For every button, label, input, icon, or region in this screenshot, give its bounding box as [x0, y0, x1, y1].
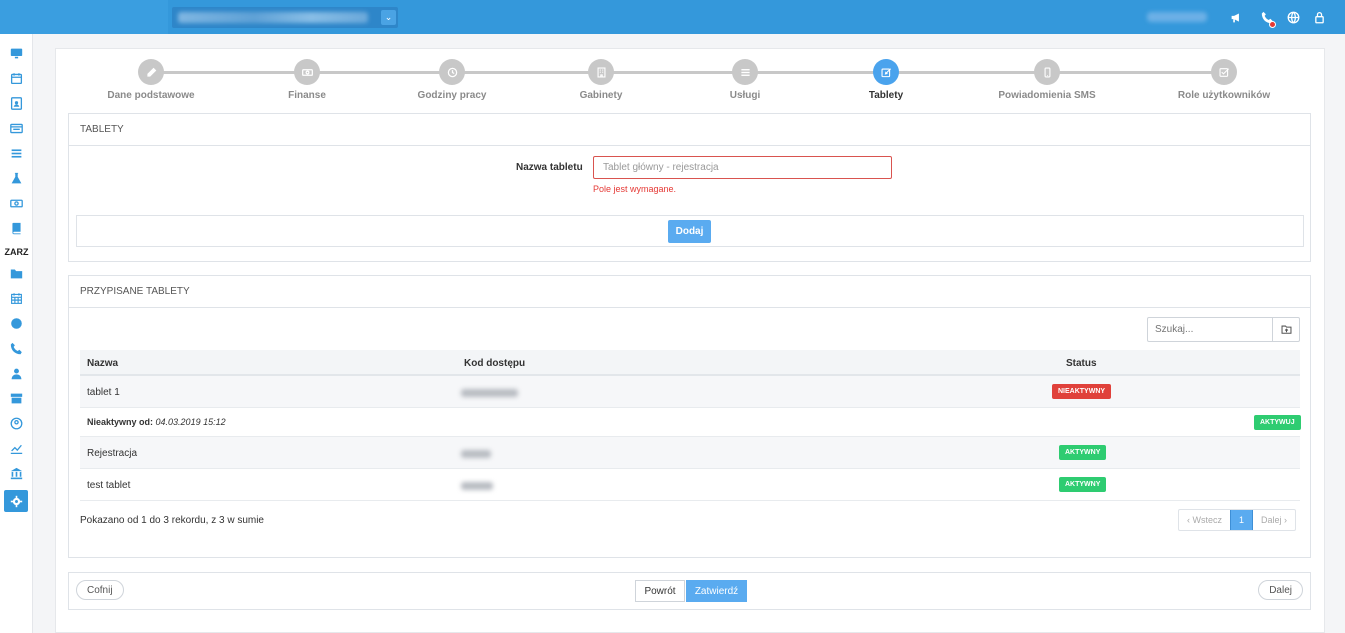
gear-icon[interactable]	[4, 490, 28, 512]
wizard-step-role-uzytkownikow[interactable]: Role użytkowników	[1154, 59, 1294, 101]
wizard-step-godziny-pracy[interactable]: Godziny pracy	[382, 59, 522, 101]
user-circle-icon[interactable]	[4, 412, 28, 434]
mobile-icon	[1034, 59, 1060, 85]
pencil-icon	[138, 59, 164, 85]
column-header-access-code[interactable]: Kod dostępu	[464, 358, 525, 369]
money-icon	[294, 59, 320, 85]
search-input[interactable]	[1148, 318, 1273, 341]
add-tablet-button[interactable]: Dodaj	[668, 220, 711, 243]
wizard-step-dane-podstawowe[interactable]: Dane podstawowe	[81, 59, 221, 101]
company-select[interactable]: ⌄	[172, 7, 398, 28]
wizard-step-uslugi[interactable]: Usługi	[675, 59, 815, 101]
bank-icon[interactable]	[4, 462, 28, 484]
wizard-step-powiadomienia-sms[interactable]: Powiadomienia SMS	[977, 59, 1117, 101]
book-icon[interactable]	[4, 217, 28, 239]
wizard-step-finanse[interactable]: Finanse	[237, 59, 377, 101]
list-icon[interactable]	[4, 142, 28, 164]
wizard-step-label: Role użytkowników	[1177, 90, 1271, 101]
tablet-name-input[interactable]	[593, 156, 892, 179]
export-icon[interactable]	[1272, 318, 1299, 341]
user-group-icon[interactable]	[4, 362, 28, 384]
flask-icon[interactable]	[4, 167, 28, 189]
tablet-name: Rejestracja	[87, 448, 138, 459]
pagination-prev[interactable]: ‹ Wstecz	[1179, 510, 1230, 530]
column-header-name[interactable]: Nazwa	[87, 358, 118, 369]
globe-icon[interactable]	[4, 312, 28, 334]
wizard-step-gabinety[interactable]: Gabinety	[531, 59, 671, 101]
tablet-name: tablet 1	[87, 387, 120, 398]
inactive-since-date: 04.03.2019 15:12	[155, 417, 226, 427]
table-row[interactable]: tablet 1 NIEAKTYWNY	[80, 376, 1300, 408]
tablet-form-panel: TABLETY Nazwa tabletu Pole jest wymagane…	[68, 113, 1311, 262]
money-icon[interactable]	[4, 192, 28, 214]
inactive-since: Nieaktywny od: 04.03.2019 15:12	[87, 417, 226, 427]
calendar-icon[interactable]	[4, 67, 28, 89]
check-square-icon	[1211, 59, 1237, 85]
activate-button[interactable]: AKTYWUJ	[1254, 415, 1301, 430]
user-name-redacted[interactable]	[1147, 12, 1207, 22]
globe-icon[interactable]	[1285, 9, 1301, 25]
status-badge: AKTYWNY	[1059, 477, 1107, 492]
pagination: ‹ Wstecz 1 Dalej ›	[1178, 509, 1297, 531]
wizard-step-label: Tablety	[868, 90, 904, 101]
chevron-down-icon[interactable]: ⌄	[381, 10, 396, 25]
clock-icon	[439, 59, 465, 85]
list-icon	[732, 59, 758, 85]
previous-step-button[interactable]: Cofnij	[76, 580, 124, 600]
wizard-step-label: Finanse	[288, 90, 326, 101]
inactive-since-label: Nieaktywny od:	[87, 417, 154, 427]
chart-line-icon[interactable]	[4, 437, 28, 459]
section-label: ZARZ	[4, 247, 29, 257]
monitor-icon[interactable]	[4, 42, 28, 64]
company-name-redacted	[178, 12, 368, 23]
table-row-detail: Nieaktywny od: 04.03.2019 15:12 AKTYWUJ	[80, 408, 1301, 437]
assigned-tablets-panel: PRZYPISANE TABLETY Nazwa Kod dostępu Sta…	[68, 275, 1311, 558]
wizard-step-label: Dane podstawowe	[107, 90, 195, 101]
megaphone-icon[interactable]	[1228, 9, 1244, 25]
tablet-name: test tablet	[87, 480, 131, 491]
panel-title: PRZYPISANE TABLETY	[69, 276, 1310, 308]
notification-dot	[1269, 21, 1276, 28]
next-step-button[interactable]: Dalej	[1258, 580, 1303, 600]
logo-area	[0, 0, 168, 34]
validation-error: Pole jest wymagane.	[593, 184, 677, 194]
pagination-next[interactable]: Dalej ›	[1253, 510, 1295, 530]
table-row[interactable]: test tablet AKTYWNY	[80, 469, 1300, 501]
wizard-step-label: Powiadomienia SMS	[998, 90, 1096, 101]
form-actions: Dodaj	[76, 215, 1304, 247]
pagination-page[interactable]: 1	[1230, 510, 1254, 530]
wizard-step-label: Usługi	[729, 90, 761, 101]
access-code-redacted	[461, 482, 493, 490]
access-code-redacted	[461, 450, 491, 458]
archive-icon[interactable]	[4, 387, 28, 409]
contact-icon[interactable]	[4, 92, 28, 114]
folder-icon[interactable]	[4, 262, 28, 284]
building-icon	[588, 59, 614, 85]
wizard-step-label: Gabinety	[579, 90, 623, 101]
edit-icon	[873, 59, 899, 85]
sidebar: ZARZ	[0, 34, 33, 633]
phone-icon[interactable]	[4, 337, 28, 359]
column-header-status[interactable]: Status	[1066, 358, 1097, 369]
wizard-step-label: Godziny pracy	[417, 90, 487, 101]
wizard-step-tablety[interactable]: Tablety	[816, 59, 956, 101]
status-badge: AKTYWNY	[1059, 445, 1107, 460]
lock-icon[interactable]	[1311, 9, 1327, 25]
back-button[interactable]: Powrót	[635, 580, 685, 602]
status-badge: NIEAKTYWNY	[1052, 384, 1112, 399]
wizard-navigation: Cofnij Powrót Zatwierdź Dalej	[68, 572, 1311, 610]
calendar-grid-icon[interactable]	[4, 287, 28, 309]
table-row[interactable]: Rejestracja AKTYWNY	[80, 437, 1300, 469]
table-header: Nazwa Kod dostępu Status	[80, 350, 1300, 376]
table-info: Pokazano od 1 do 3 rekordu, z 3 w sumie	[80, 515, 264, 526]
tablet-name-label: Nazwa tabletu	[516, 162, 583, 173]
panel-title: TABLETY	[69, 114, 1310, 146]
search-box	[1147, 317, 1300, 342]
access-code-redacted	[461, 389, 518, 397]
tablets-table: Nazwa Kod dostępu Status tablet 1 NIEAKT…	[80, 350, 1301, 501]
confirm-button[interactable]: Zatwierdź	[686, 580, 747, 602]
top-bar: ⌄	[0, 0, 1345, 34]
card-list-icon[interactable]	[4, 117, 28, 139]
